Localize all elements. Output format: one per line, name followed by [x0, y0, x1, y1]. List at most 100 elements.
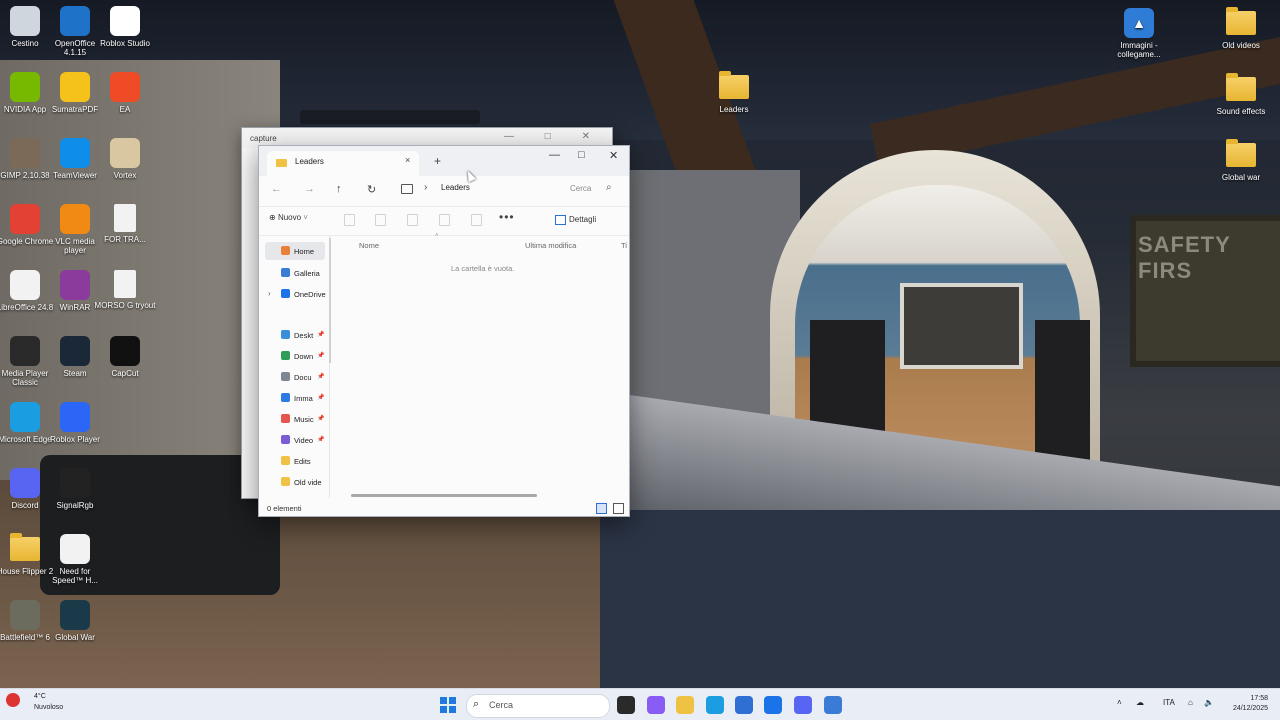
task-view-icon[interactable]: [617, 696, 635, 714]
sidebar-item-label: Video: [294, 436, 314, 445]
desktop-icon[interactable]: Vortex: [94, 138, 156, 180]
background-window-controls[interactable]: — □ ✕: [504, 131, 604, 142]
sidebar-item-down[interactable]: Down 📌: [265, 347, 325, 365]
desktop-icon-label: CapCut: [111, 369, 139, 378]
desktop-icon-pictures-shortcut[interactable]: ▲ Immagini - collegame...: [1108, 8, 1170, 59]
search-icon: ⌕: [473, 698, 480, 710]
pdf-icon: [60, 72, 90, 102]
desktop-icon-old-videos[interactable]: Old videos: [1210, 7, 1272, 50]
horizontal-scrollbar[interactable]: [351, 494, 537, 497]
up-arrow-icon[interactable]: ↑: [336, 183, 342, 195]
file-explorer-icon[interactable]: [676, 696, 694, 714]
maximize-button[interactable]: □: [578, 149, 585, 161]
search-icon: ⌕: [606, 182, 612, 193]
taskbar-search-input[interactable]: ⌕ Cerca: [466, 694, 610, 718]
desktop-icon-leaders[interactable]: Leaders: [703, 71, 765, 114]
new-tab-button[interactable]: +: [434, 154, 441, 168]
chevron-up-icon[interactable]: ˄: [1117, 698, 1122, 707]
sidebar-item-edits[interactable]: Edits: [265, 452, 325, 470]
sidebar-item-video[interactable]: Video 📌: [265, 431, 325, 449]
forward-arrow-icon[interactable]: →: [304, 183, 315, 195]
folder-icon: [1226, 139, 1256, 167]
gimp-icon: [10, 138, 40, 168]
snipping-tool-icon[interactable]: [824, 696, 842, 714]
sidebar-item-deskt[interactable]: Deskt 📌: [265, 326, 325, 344]
copy-icon[interactable]: [375, 214, 386, 226]
sidebar-item-imma[interactable]: Imma 📌: [265, 389, 325, 407]
column-header-modified[interactable]: Ultima modifica: [525, 241, 576, 250]
close-button[interactable]: ✕: [609, 149, 618, 162]
cut-icon[interactable]: [344, 214, 355, 226]
background-window-tab[interactable]: capture: [250, 134, 277, 143]
wallpaper-tv: [900, 283, 1023, 369]
desktop-icon[interactable]: Roblox Player: [44, 402, 106, 444]
volume-icon[interactable]: 🔈: [1204, 698, 1214, 707]
desktop-icon[interactable]: FOR TRA...: [94, 204, 156, 244]
column-header-type[interactable]: Ti: [621, 241, 627, 250]
windows-logo-icon-part: [449, 706, 456, 713]
clock[interactable]: 17:58 24/12/2025: [1222, 694, 1268, 714]
sidebar-item-home[interactable]: Home: [265, 242, 325, 260]
desktop-icon[interactable]: MORSO G tryout: [94, 270, 156, 310]
paste-icon[interactable]: [407, 214, 418, 226]
navigation-scrollbar[interactable]: [329, 238, 331, 363]
weather-icon: [6, 693, 20, 707]
sidebar-item-docu[interactable]: Docu 📌: [265, 368, 325, 386]
search-placeholder: Cerca: [570, 184, 592, 193]
minimize-button[interactable]: —: [549, 149, 560, 161]
tab-close-icon[interactable]: ×: [405, 155, 410, 165]
sidebar-item-old-vide[interactable]: Old vide: [265, 473, 325, 491]
details-button[interactable]: Dettagli: [569, 215, 596, 224]
start-button[interactable]: [440, 697, 456, 713]
desktop-icon-label: Global war: [1221, 173, 1261, 182]
copilot-icon[interactable]: [647, 696, 665, 714]
language-indicator[interactable]: ITA: [1163, 698, 1175, 707]
global-war-icon: [60, 600, 90, 630]
desktop-icon-global-war[interactable]: Global war: [1210, 139, 1272, 182]
title-bar[interactable]: Leaders × + — □ ✕: [259, 146, 629, 176]
pin-icon: 📌: [317, 416, 325, 422]
wallpaper-counter-front: [600, 510, 1280, 688]
sidebar-item-onedrive[interactable]: › OneDrive: [265, 285, 326, 303]
network-icon[interactable]: ⌂: [1188, 698, 1193, 707]
tiles-view-icon[interactable]: [613, 503, 624, 514]
store-icon[interactable]: [735, 696, 753, 714]
desktop-icon[interactable]: Global War: [44, 600, 106, 642]
desktop-icon[interactable]: EA: [94, 72, 156, 114]
desktop-icon[interactable]: Roblox Studio: [94, 6, 156, 48]
folder-icon: [281, 477, 290, 486]
edge-icon[interactable]: [706, 696, 724, 714]
desktop-icon[interactable]: SignalRgb: [44, 468, 106, 510]
sidebar-item-music[interactable]: Music 📌: [265, 410, 325, 428]
sidebar-item-label: Home: [294, 247, 315, 256]
outlook-icon[interactable]: [764, 696, 782, 714]
videos-icon: [281, 435, 290, 444]
cloud-icon[interactable]: ☁: [1136, 698, 1144, 707]
search-input[interactable]: Cerca ⌕: [564, 181, 622, 199]
rename-icon[interactable]: [439, 214, 450, 226]
pin-icon: 📌: [317, 374, 325, 380]
column-header-name[interactable]: Nome: [359, 241, 379, 250]
new-button[interactable]: ⊕ Nuovo ˅: [269, 213, 308, 222]
breadcrumb[interactable]: Leaders: [441, 183, 470, 192]
share-icon[interactable]: [471, 214, 482, 226]
monitor-icon[interactable]: [401, 184, 413, 194]
chevron-right-icon[interactable]: ›: [268, 289, 271, 298]
sidebar-item-label: Down: [294, 352, 314, 361]
sidebar-item-galleria[interactable]: Galleria: [265, 264, 325, 282]
wallpaper-sign-text: SAFETY FIRS: [1138, 232, 1231, 283]
breadcrumb-chevron-icon[interactable]: ›: [424, 182, 427, 193]
desktop-icon-label: Sound effects: [1216, 107, 1266, 116]
desktop-icon[interactable]: CapCut: [94, 336, 156, 378]
desktop-icon[interactable]: Need for Speed™ H...: [44, 534, 106, 585]
more-options-button[interactable]: •••: [499, 210, 515, 224]
refresh-icon[interactable]: ↻: [367, 183, 376, 196]
desktop-icon-sound-effects[interactable]: Sound effects: [1210, 73, 1272, 116]
pin-icon: 📌: [317, 437, 325, 443]
details-view-icon[interactable]: [596, 503, 607, 514]
back-arrow-icon[interactable]: ←: [271, 183, 282, 195]
chrome-icon: [10, 204, 40, 234]
tab-leaders[interactable]: Leaders ×: [267, 151, 419, 176]
discord-icon[interactable]: [794, 696, 812, 714]
desktop-icon-label: Immagini - collegame...: [1117, 41, 1161, 59]
